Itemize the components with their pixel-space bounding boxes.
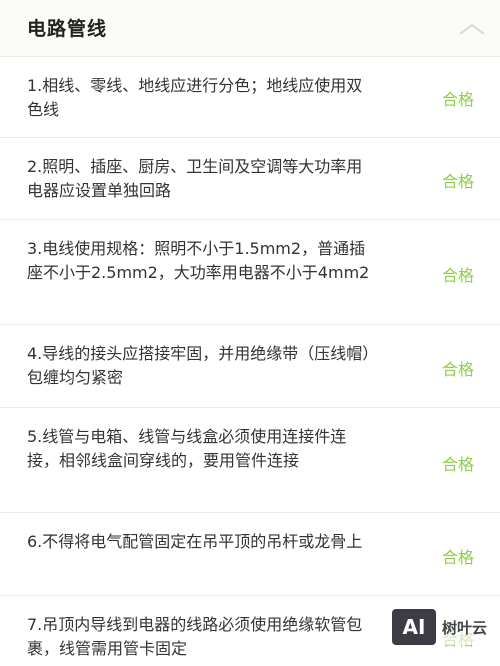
item-text: 2.照明、插座、厨房、卫生间及空调等大功率用电器应设置单独回路 bbox=[27, 157, 363, 200]
status-badge: 合格 bbox=[441, 548, 474, 567]
checklist-item[interactable]: 2.照明、插座、厨房、卫生间及空调等大功率用电器应设置单独回路 合格 bbox=[0, 138, 500, 220]
status-badge: 合格 bbox=[441, 266, 474, 285]
checklist-item[interactable]: 5.线管与电箱、线管与线盒必须使用连接件连接，相邻线盒间穿线的，要用管件连接 合… bbox=[0, 408, 500, 513]
item-text: 7.吊顶内导线到电器的线路必须使用绝缘软管包裹，线管需用管卡固定 bbox=[27, 615, 363, 658]
item-text: 1.相线、零线、地线应进行分色；地线应使用双色线 bbox=[27, 76, 363, 119]
item-text: 6.不得将电气配管固定在吊平顶的吊杆或龙骨上 bbox=[27, 532, 363, 551]
status-badge: 合格 bbox=[441, 455, 474, 474]
watermark-logo-text: AI bbox=[402, 615, 426, 639]
status-badge: 合格 bbox=[441, 90, 474, 109]
watermark-brand: 树叶云 bbox=[442, 619, 488, 637]
item-text: 3.电线使用规格：照明不小于1.5mm2，普通插座不小于2.5mm2，大功率用电… bbox=[27, 239, 370, 282]
item-text: 4.导线的接头应搭接牢固，并用绝缘带（压线帽）包缠均匀紧密 bbox=[27, 344, 371, 387]
checklist-item[interactable]: 6.不得将电气配管固定在吊平顶的吊杆或龙骨上 合格 bbox=[0, 513, 500, 596]
checklist-item[interactable]: 4.导线的接头应搭接牢固，并用绝缘带（压线帽）包缠均匀紧密 合格 bbox=[0, 325, 500, 408]
section-title: 电路管线 bbox=[27, 18, 108, 40]
status-badge: 合格 bbox=[441, 360, 474, 379]
status-badge: 合格 bbox=[441, 172, 474, 191]
section-header[interactable]: 电路管线 bbox=[0, 0, 500, 57]
chevron-up-icon[interactable] bbox=[458, 22, 486, 36]
checklist: 1.相线、零线、地线应进行分色；地线应使用双色线 合格 2.照明、插座、厨房、卫… bbox=[0, 57, 500, 666]
checklist-item[interactable]: 1.相线、零线、地线应进行分色；地线应使用双色线 合格 bbox=[0, 57, 500, 138]
watermark: AI 树叶云 bbox=[392, 609, 496, 645]
checklist-item[interactable]: 3.电线使用规格：照明不小于1.5mm2，普通插座不小于2.5mm2，大功率用电… bbox=[0, 220, 500, 325]
item-text: 5.线管与电箱、线管与线盒必须使用连接件连接，相邻线盒间穿线的，要用管件连接 bbox=[27, 427, 347, 470]
